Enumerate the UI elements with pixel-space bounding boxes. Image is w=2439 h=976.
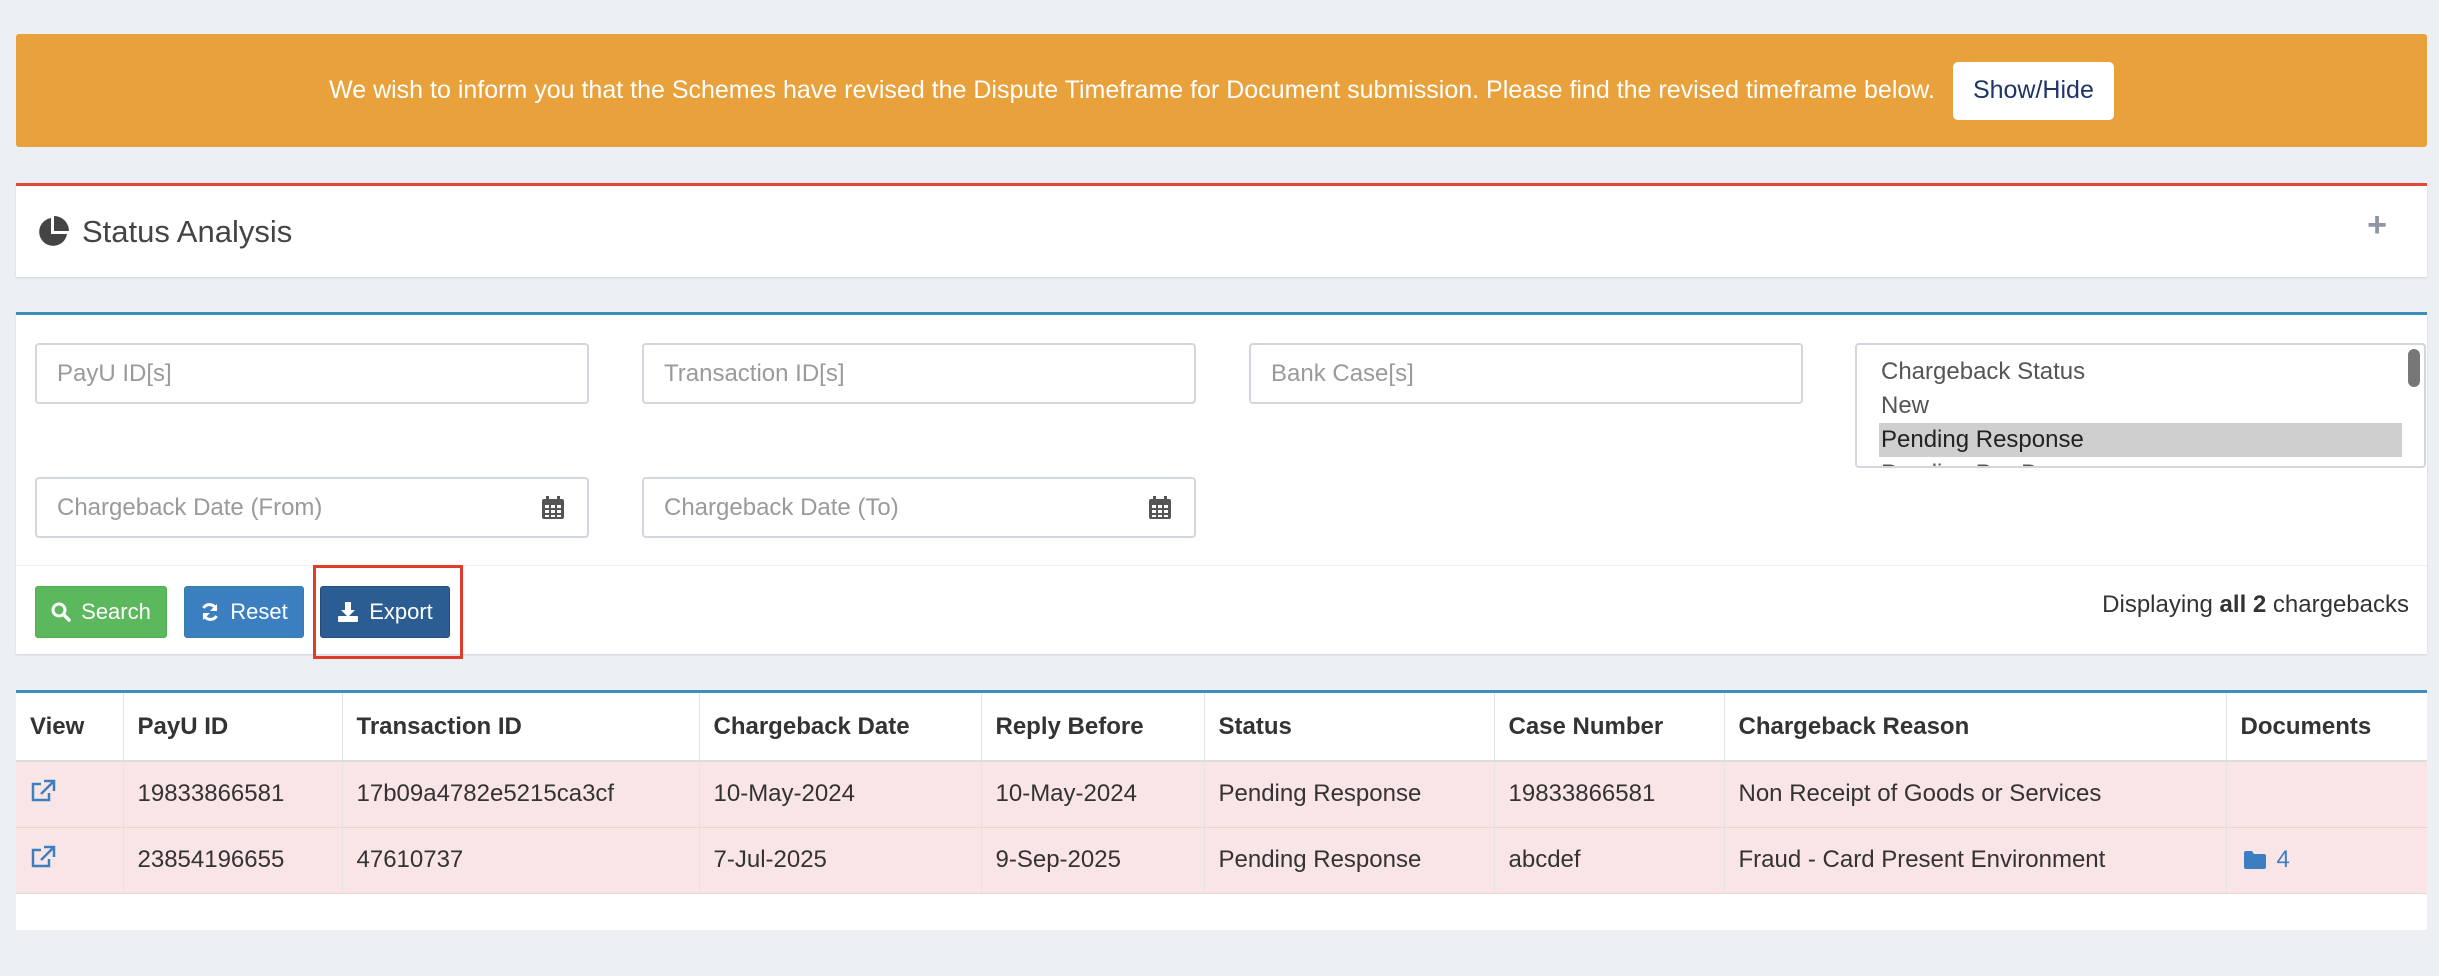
filter-panel: Chargeback Status New Pending Response P… <box>16 312 2427 659</box>
listbox-scrollbar[interactable] <box>2408 349 2420 387</box>
bank-case-input[interactable] <box>1249 343 1803 404</box>
case-number-cell: abcdef <box>1494 827 1725 894</box>
result-count: Displaying all 2 chargebacks <box>2102 591 2409 619</box>
column-header[interactable]: Case Number <box>1494 693 1725 762</box>
result-count-total: all 2 <box>2219 591 2267 618</box>
plus-icon[interactable]: + <box>2367 206 2387 245</box>
column-header[interactable]: Documents <box>2226 693 2427 762</box>
transaction-id-cell: 17b09a4782e5215ca3cf <box>342 761 700 828</box>
export-highlight-box <box>313 565 463 659</box>
status-cell: Pending Response <box>1204 761 1495 828</box>
chargeback-date-cell: 7-Jul-2025 <box>699 827 982 894</box>
search-button-label: Search <box>81 599 151 624</box>
status-option-selected[interactable]: Pending Response <box>1879 423 2402 457</box>
case-number-cell: 19833866581 <box>1494 761 1725 828</box>
chargeback-date-cell: 10-May-2024 <box>699 761 982 828</box>
calendar-icon <box>542 495 564 519</box>
reply-before-cell: 10-May-2024 <box>981 761 1205 828</box>
status-cell: Pending Response <box>1204 827 1495 894</box>
result-count-suffix: chargebacks <box>2272 591 2409 618</box>
column-header[interactable]: Chargeback Reason <box>1724 693 2227 762</box>
notice-banner: We wish to inform you that the Schemes h… <box>16 34 2427 147</box>
reason-cell: Fraud - Card Present Environment <box>1724 827 2227 894</box>
column-header[interactable]: Transaction ID <box>342 693 700 762</box>
calendar-to-button[interactable] <box>1126 477 1196 538</box>
calendar-from-button[interactable] <box>519 477 589 538</box>
banner-message: We wish to inform you that the Schemes h… <box>329 76 1935 104</box>
table-header-row: View PayU ID Transaction ID Chargeback D… <box>16 693 2427 762</box>
external-link-icon[interactable] <box>30 845 56 869</box>
transaction-id-input[interactable] <box>642 343 1196 404</box>
chargebacks-table-panel: View PayU ID Transaction ID Chargeback D… <box>16 690 2427 930</box>
chargeback-date-to-input[interactable] <box>642 477 1128 538</box>
table-row: 23854196655 47610737 7-Jul-2025 9-Sep-20… <box>16 827 2428 894</box>
column-header[interactable]: PayU ID <box>123 693 343 762</box>
payu-id-cell: 23854196655 <box>123 827 343 894</box>
search-icon <box>51 602 71 622</box>
column-header[interactable]: Reply Before <box>981 693 1205 762</box>
search-button[interactable]: Search <box>35 586 167 638</box>
chargebacks-table: View PayU ID Transaction ID Chargeback D… <box>16 693 2427 894</box>
documents-count: 4 <box>2276 846 2290 873</box>
refresh-icon <box>202 603 219 621</box>
column-header[interactable]: Status <box>1204 693 1495 762</box>
reset-button[interactable]: Reset <box>184 586 304 638</box>
documents-cell <box>2226 761 2427 828</box>
status-analysis-title: Status Analysis <box>82 213 293 249</box>
transaction-id-cell: 47610737 <box>342 827 700 894</box>
chargeback-date-from-input[interactable] <box>35 477 521 538</box>
reset-button-label: Reset <box>230 599 288 624</box>
reason-cell: Non Receipt of Goods or Services <box>1724 761 2227 828</box>
status-analysis-panel: Status Analysis + <box>16 183 2427 277</box>
view-cell <box>16 827 124 894</box>
documents-link[interactable]: 4 <box>2241 846 2428 874</box>
external-link-icon[interactable] <box>30 779 56 803</box>
show-hide-button[interactable]: Show/Hide <box>1952 61 2114 120</box>
folder-icon <box>2243 851 2266 869</box>
view-cell <box>16 761 124 828</box>
calendar-icon <box>1149 495 1171 519</box>
chargeback-status-select[interactable]: Chargeback Status New Pending Response P… <box>1855 343 2426 468</box>
documents-cell: 4 <box>2226 827 2428 894</box>
table-row: 19833866581 17b09a4782e5215ca3cf 10-May-… <box>16 761 2427 828</box>
status-option[interactable]: New <box>1857 389 2424 423</box>
status-option[interactable]: Chargeback Status <box>1857 355 2424 389</box>
payu-id-input[interactable] <box>35 343 589 404</box>
pie-chart-icon <box>39 215 69 246</box>
result-count-prefix: Displaying <box>2102 591 2213 618</box>
status-option[interactable]: Pending Pre-Dec... <box>1857 457 2424 466</box>
payu-id-cell: 19833866581 <box>123 761 343 828</box>
reply-before-cell: 9-Sep-2025 <box>981 827 1205 894</box>
column-header[interactable]: View <box>16 693 124 762</box>
column-header[interactable]: Chargeback Date <box>699 693 982 762</box>
